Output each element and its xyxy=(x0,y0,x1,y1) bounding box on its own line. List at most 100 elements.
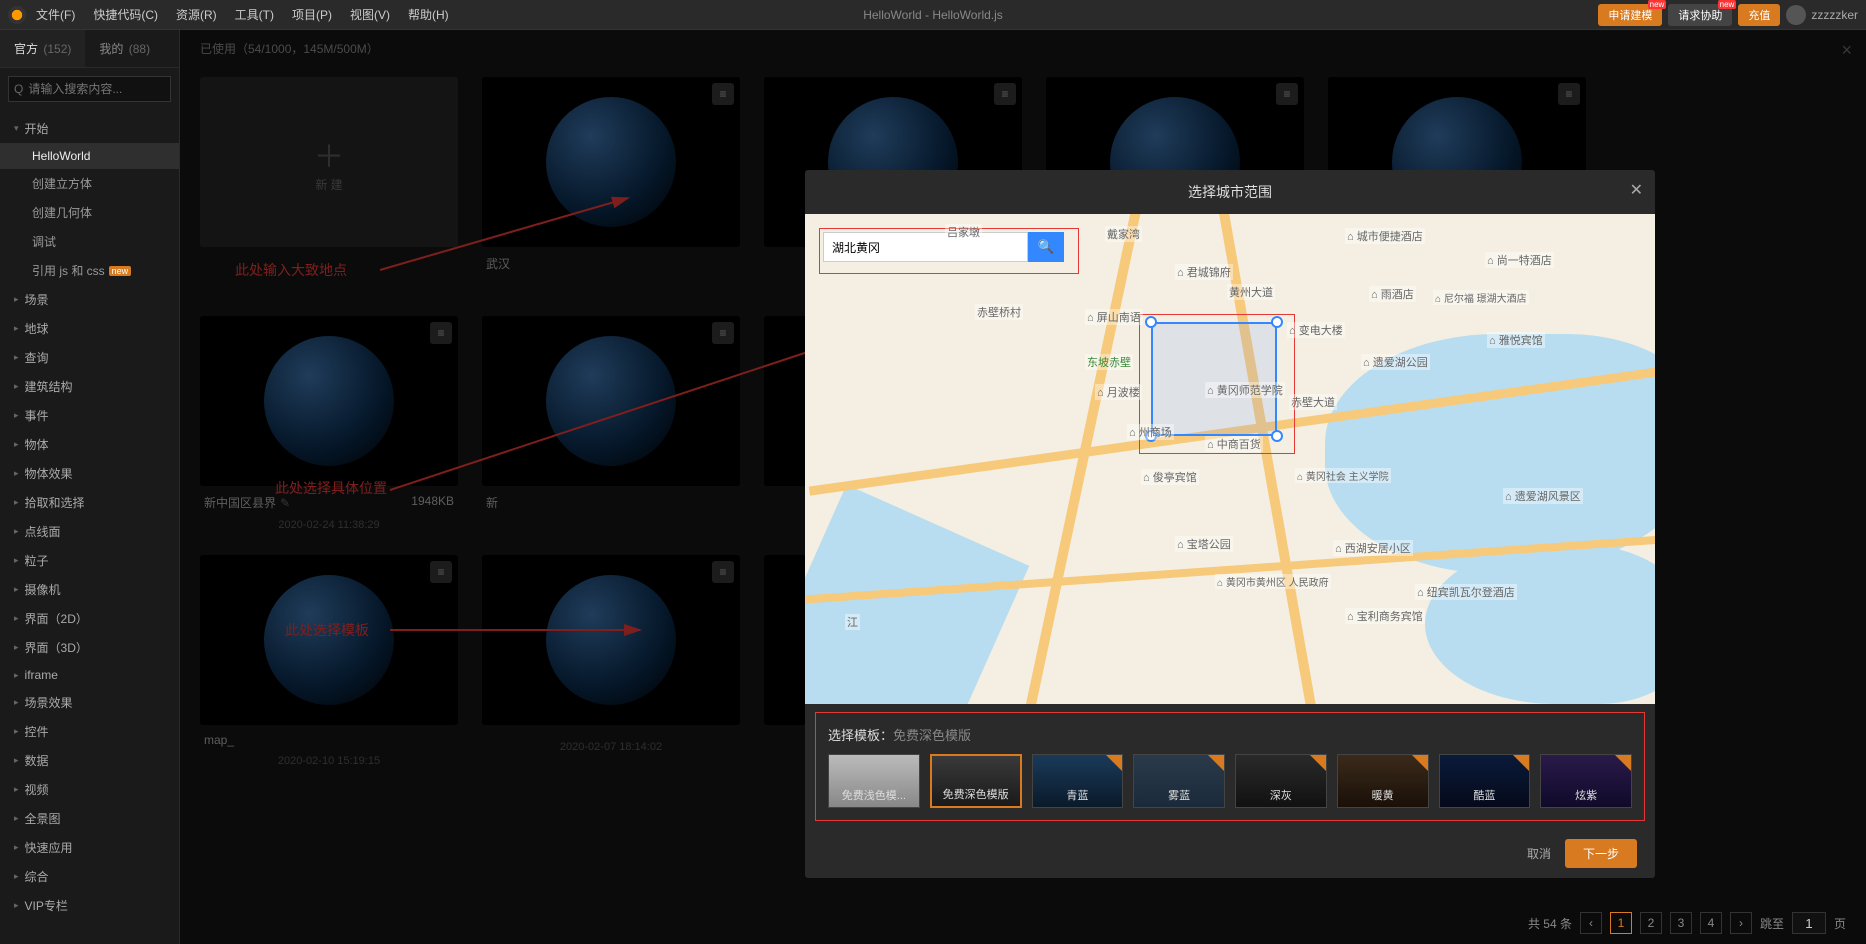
menu-help[interactable]: 帮助(H) xyxy=(408,6,449,23)
tree-item[interactable]: 物体 xyxy=(0,430,179,459)
pager-goto-input[interactable] xyxy=(1792,912,1826,934)
tree-item[interactable]: 粒子 xyxy=(0,546,179,575)
template-item[interactable]: 免费深色模版 xyxy=(930,754,1022,808)
map-label: 东坡赤壁 xyxy=(1085,354,1133,370)
tree-item[interactable]: 界面（2D） xyxy=(0,604,179,633)
map-label: ⌂ 俊亭宾馆 xyxy=(1141,469,1199,485)
dialog-title: 选择城市范围 ✕ xyxy=(805,170,1655,214)
app-logo xyxy=(8,6,26,24)
template-item[interactable]: 炫紫 xyxy=(1540,754,1632,808)
handle-ne[interactable] xyxy=(1271,316,1283,328)
menu-shortcut[interactable]: 快捷代码(C) xyxy=(93,6,158,23)
tree-item[interactable]: 数据 xyxy=(0,746,179,775)
avatar xyxy=(1786,5,1806,25)
tree-item[interactable]: 事件 xyxy=(0,401,179,430)
tree-item[interactable]: iframe xyxy=(0,662,179,688)
pager-2[interactable]: 2 xyxy=(1640,912,1662,934)
map-area[interactable]: 🔍 吕家墩戴家湾⌂ 城市便捷酒店⌂ 尚一特酒店⌂ 君城锦府⌂ 雨酒店⌂ 尼尔福 … xyxy=(805,214,1655,704)
template-item[interactable]: 免费浅色模... xyxy=(828,754,920,808)
sidebar-search[interactable]: Q xyxy=(8,76,171,102)
pager: 共 54 条 ‹ 1 2 3 4 › 跳至 页 xyxy=(1528,912,1846,934)
request-help-button[interactable]: 请求协助new xyxy=(1668,4,1732,26)
tree-item[interactable]: 建筑结构 xyxy=(0,372,179,401)
pager-total: 共 54 条 xyxy=(1528,915,1572,932)
map-label: 黄州大道 xyxy=(1227,284,1275,300)
template-item[interactable]: 雾蓝 xyxy=(1133,754,1225,808)
tree-item[interactable]: 场景效果 xyxy=(0,688,179,717)
map-label: ⌂ 纽宾凯瓦尔登酒店 xyxy=(1415,584,1517,600)
map-search-button[interactable]: 🔍 xyxy=(1028,232,1064,262)
pager-goto-label: 跳至 xyxy=(1760,915,1784,932)
tree-item[interactable]: 视频 xyxy=(0,775,179,804)
user-menu[interactable]: zzzzzker xyxy=(1786,5,1858,25)
map-label: ⌂ 变电大楼 xyxy=(1287,322,1345,338)
map-label: ⌂ 雨酒店 xyxy=(1369,286,1416,302)
map-label: ⌂ 遗爱湖公园 xyxy=(1361,354,1430,370)
map-label: ⌂ 黄冈市黄州区 人民政府 xyxy=(1215,574,1331,589)
map-label: 吕家墩 xyxy=(945,224,982,240)
map-search-input[interactable] xyxy=(823,232,1028,262)
search-icon: Q xyxy=(14,82,23,96)
map-label: ⌂ 黄冈社会 主义学院 xyxy=(1295,468,1391,483)
tree-item[interactable]: 调试 xyxy=(0,227,179,256)
template-item[interactable]: 暖黄 xyxy=(1337,754,1429,808)
apply-model-button[interactable]: 申请建模new xyxy=(1598,4,1662,26)
map-label: ⌂ 西湖安居小区 xyxy=(1333,540,1413,556)
template-item[interactable]: 深灰 xyxy=(1235,754,1327,808)
map-label: ⌂ 尼尔福 璟湖大酒店 xyxy=(1433,290,1529,305)
tree-item[interactable]: 拾取和选择 xyxy=(0,488,179,517)
template-item[interactable]: 青蓝 xyxy=(1032,754,1124,808)
tree-item[interactable]: 查询 xyxy=(0,343,179,372)
next-button[interactable]: 下一步 xyxy=(1565,839,1637,868)
menu-tool[interactable]: 工具(T) xyxy=(235,6,274,23)
map-label: ⌂ 中商百货 xyxy=(1205,436,1263,452)
handle-nw[interactable] xyxy=(1145,316,1157,328)
tree-item[interactable]: HelloWorld xyxy=(0,143,179,169)
menu-file[interactable]: 文件(F) xyxy=(36,6,75,23)
cancel-button[interactable]: 取消 xyxy=(1527,845,1551,862)
pager-next[interactable]: › xyxy=(1730,912,1752,934)
tree: 开始HelloWorld创建立方体创建几何体调试引用 js 和 cssnew场景… xyxy=(0,110,179,924)
pager-prev[interactable]: ‹ xyxy=(1580,912,1602,934)
handle-se[interactable] xyxy=(1271,430,1283,442)
menu-view[interactable]: 视图(V) xyxy=(350,6,390,23)
tree-item[interactable]: 控件 xyxy=(0,717,179,746)
tree-item[interactable]: 摄像机 xyxy=(0,575,179,604)
map-label: ⌂ 月波楼 xyxy=(1095,384,1142,400)
pager-1[interactable]: 1 xyxy=(1610,912,1632,934)
tree-item[interactable]: 场景 xyxy=(0,285,179,314)
menu-resource[interactable]: 资源(R) xyxy=(176,6,217,23)
pager-page-suffix: 页 xyxy=(1834,915,1846,932)
menu-project[interactable]: 项目(P) xyxy=(292,6,332,23)
map-label: ⌂ 宝利商务宾馆 xyxy=(1345,608,1425,624)
template-item[interactable]: 酷蓝 xyxy=(1439,754,1531,808)
tree-item[interactable]: 开始 xyxy=(0,114,179,143)
pager-3[interactable]: 3 xyxy=(1670,912,1692,934)
template-section: 选择模板：免费深色模版 免费浅色模...免费深色模版青蓝雾蓝深灰暖黄酷蓝炫紫 xyxy=(815,712,1645,821)
search-input[interactable] xyxy=(28,82,165,96)
tree-item[interactable]: 地球 xyxy=(0,314,179,343)
tree-item[interactable]: 全景图 xyxy=(0,804,179,833)
map-label: ⌂ 州商场 xyxy=(1127,424,1174,440)
tree-item[interactable]: VIP专栏 xyxy=(0,891,179,920)
tree-item[interactable]: 创建立方体 xyxy=(0,169,179,198)
tree-item[interactable]: 创建几何体 xyxy=(0,198,179,227)
recharge-button[interactable]: 充值 xyxy=(1738,4,1780,26)
map-label: ⌂ 尚一特酒店 xyxy=(1485,252,1554,268)
tab-mine[interactable]: 我的 (88) xyxy=(85,30,164,67)
tree-item[interactable]: 点线面 xyxy=(0,517,179,546)
tree-item[interactable]: 界面（3D） xyxy=(0,633,179,662)
tab-official[interactable]: 官方 (152) xyxy=(0,30,85,67)
tree-item[interactable]: 引用 js 和 cssnew xyxy=(0,256,179,285)
map-label: 赤壁桥村 xyxy=(975,304,1023,320)
content-area: × 已使用（54/1000，145M/500M） ＋新 建≡武汉≡≡0KB≡中国… xyxy=(180,30,1866,944)
tree-item[interactable]: 物体效果 xyxy=(0,459,179,488)
dialog-close-icon[interactable]: ✕ xyxy=(1630,180,1643,200)
pager-4[interactable]: 4 xyxy=(1700,912,1722,934)
selection-rect[interactable] xyxy=(1151,322,1277,436)
tree-item[interactable]: 综合 xyxy=(0,862,179,891)
map-label: ⌂ 雅悦宾馆 xyxy=(1487,332,1545,348)
tree-item[interactable]: 快速应用 xyxy=(0,833,179,862)
template-list: 免费浅色模...免费深色模版青蓝雾蓝深灰暖黄酷蓝炫紫 xyxy=(828,754,1632,808)
sidebar-tabs: 官方 (152) 我的 (88) xyxy=(0,30,179,68)
